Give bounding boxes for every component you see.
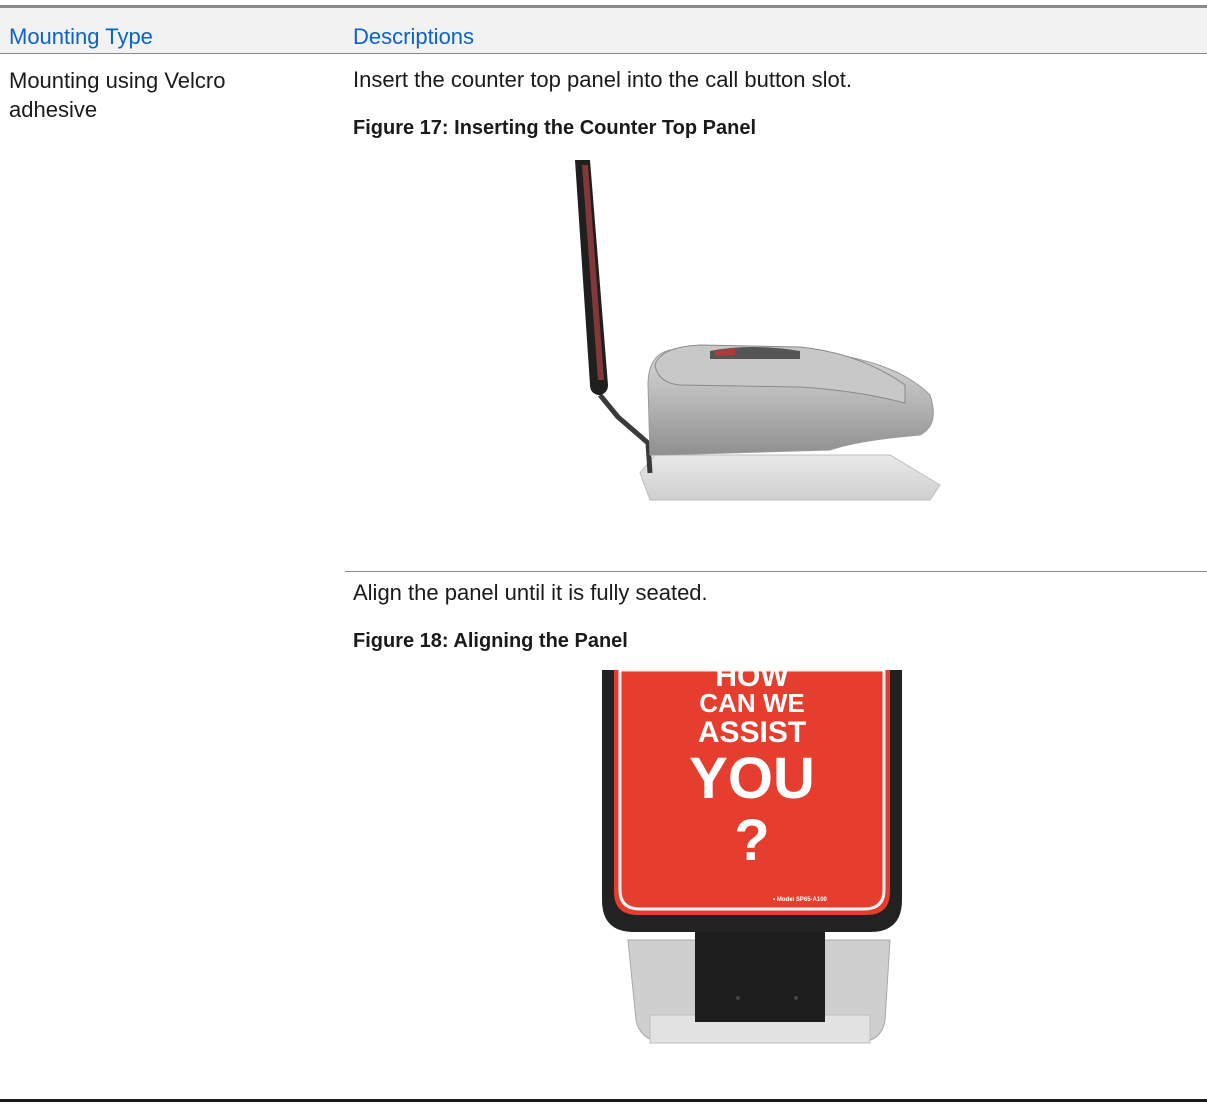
step-divider xyxy=(345,571,1207,572)
sign-model-label: • Model SP65-A100 xyxy=(773,897,827,903)
mounting-type-cell: Mounting using Velcro adhesive xyxy=(9,68,226,122)
sign-text-can-we: CAN WE xyxy=(699,688,804,718)
sign-text-question: ? xyxy=(734,808,769,873)
table-header-row: Mounting Type Descriptions xyxy=(0,8,1207,53)
sign-text-assist: ASSIST xyxy=(698,716,806,749)
header-mounting-type: Mounting Type xyxy=(9,24,153,49)
header-descriptions: Descriptions xyxy=(353,24,475,49)
step-1-text: Insert the counter top panel into the ca… xyxy=(353,67,852,92)
sign-text-you: YOU xyxy=(689,746,815,811)
figure-17-image xyxy=(575,160,941,501)
figure-18-image: HOW CAN WE ASSIST YOU ? • Model SP65-A10… xyxy=(602,670,902,1044)
figure-17-caption: Figure 17: Inserting the Counter Top Pan… xyxy=(353,117,756,139)
header-rule xyxy=(0,53,1207,54)
figure-18-caption: Figure 18: Aligning the Panel xyxy=(353,630,628,652)
table-bottom-rule xyxy=(0,1099,1207,1102)
step-2-text: Align the panel until it is fully seated… xyxy=(353,580,708,605)
